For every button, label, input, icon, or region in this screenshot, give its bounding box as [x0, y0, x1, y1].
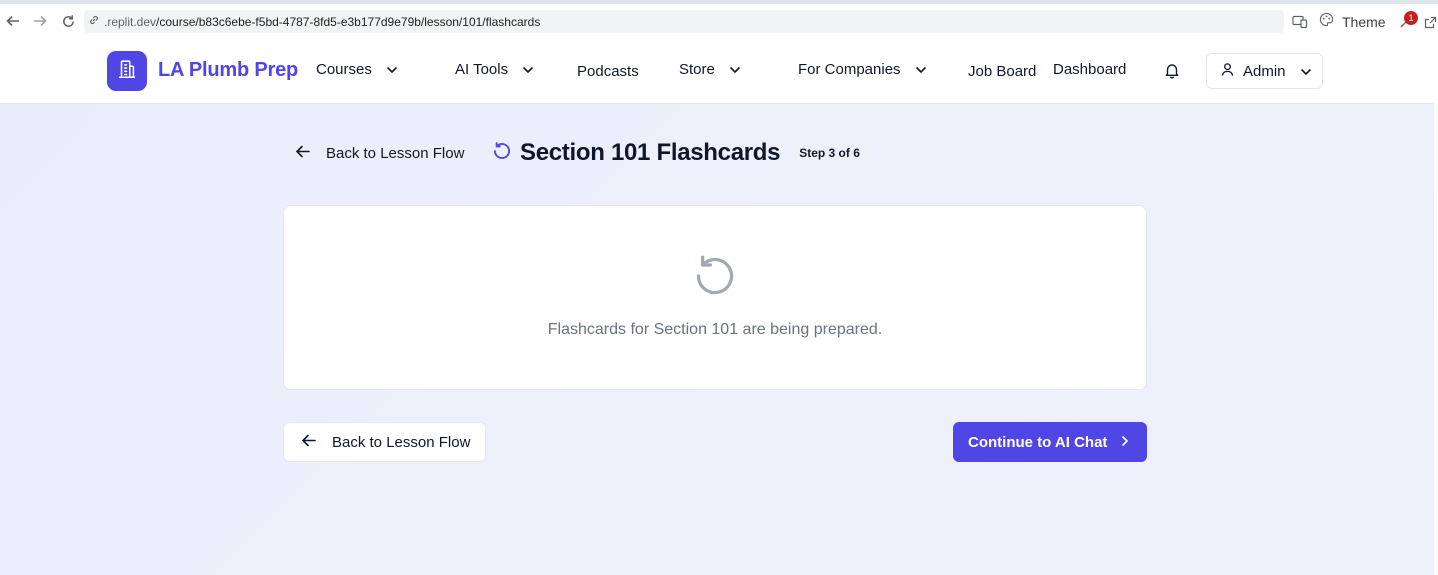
logo[interactable] — [107, 51, 147, 91]
theme-label: Theme — [1342, 14, 1386, 30]
chevron-down-icon — [1300, 63, 1312, 80]
chevron-down-icon — [729, 61, 741, 78]
nav-dashboard-label: Dashboard — [1053, 61, 1127, 78]
nav-job-board[interactable]: Job Board — [968, 63, 1036, 80]
page-title: Section 101 Flashcards — [520, 139, 781, 166]
empty-state-message: Flashcards for Section 101 are being pre… — [547, 321, 883, 338]
nav-store-label: Store — [679, 61, 715, 78]
devices-icon[interactable] — [1292, 11, 1308, 33]
back-to-lesson-flow-link[interactable]: Back to Lesson Flow — [295, 145, 464, 162]
browser-reload-icon[interactable] — [58, 11, 78, 31]
brand-name[interactable]: LA Plumb Prep — [158, 59, 298, 82]
continue-button-label: Continue to AI Chat — [968, 433, 1108, 451]
nav-courses-label: Courses — [316, 61, 372, 78]
nav-store[interactable]: Store — [679, 61, 741, 78]
address-bar[interactable]: .replit.dev/course/b83c6ebe-f5bd-4787-8f… — [84, 10, 1284, 33]
user-menu-button[interactable]: Admin — [1206, 53, 1323, 89]
extension-badge: 1 — [1404, 11, 1418, 25]
nav-podcasts-label: Podcasts — [577, 63, 639, 80]
nav-for-companies[interactable]: For Companies — [798, 61, 927, 78]
browser-back-icon[interactable] — [3, 11, 23, 31]
browser-forward-icon[interactable] — [30, 11, 50, 31]
nav-for-companies-label: For Companies — [798, 61, 901, 78]
back-button-label: Back to Lesson Flow — [332, 433, 471, 451]
nav-podcasts[interactable]: Podcasts — [577, 63, 639, 80]
rotate-ccw-icon — [693, 254, 737, 303]
bell-icon[interactable] — [1164, 62, 1180, 84]
chevron-right-icon — [1121, 434, 1129, 451]
app-header: LA Plumb Prep Courses AI Tools Podcasts … — [0, 38, 1438, 104]
main-content: Back to Lesson Flow Section 101 Flashcar… — [0, 104, 1434, 575]
flashcards-empty-card: Flashcards for Section 101 are being pre… — [283, 205, 1147, 390]
building-icon — [116, 58, 138, 85]
step-badge: Step 3 of 6 — [790, 142, 869, 164]
nav-dashboard[interactable]: Dashboard — [1053, 61, 1126, 78]
arrow-left-icon — [295, 145, 310, 162]
user-menu-label: Admin — [1243, 62, 1286, 80]
page-header: Section 101 Flashcards Step 3 of 6 — [492, 139, 869, 167]
chevron-down-icon — [386, 61, 398, 78]
nav-job-board-label: Job Board — [968, 63, 1037, 80]
chevron-down-icon — [915, 61, 927, 78]
back-link-label: Back to Lesson Flow — [326, 145, 465, 162]
continue-to-ai-chat-button[interactable]: Continue to AI Chat — [953, 422, 1147, 462]
nav-ai-tools[interactable]: AI Tools — [455, 61, 534, 78]
url-text: .replit.dev/course/b83c6ebe-f5bd-4787-8f… — [104, 14, 541, 29]
user-icon — [1220, 62, 1235, 81]
theme-button[interactable]: Theme — [1319, 11, 1386, 33]
back-to-lesson-flow-button[interactable]: Back to Lesson Flow — [283, 422, 486, 462]
chevron-down-icon — [522, 61, 534, 78]
page-scrollbar[interactable] — [1434, 40, 1438, 575]
link-icon — [88, 13, 100, 31]
nav-ai-tools-label: AI Tools — [455, 61, 509, 78]
palette-icon — [1319, 12, 1334, 32]
arrow-left-icon — [301, 434, 316, 451]
nav-courses[interactable]: Courses — [316, 61, 398, 78]
rotate-ccw-icon — [492, 141, 512, 166]
open-external-icon[interactable] — [1424, 11, 1437, 33]
browser-toolbar: .replit.dev/course/b83c6ebe-f5bd-4787-8f… — [0, 0, 1438, 38]
